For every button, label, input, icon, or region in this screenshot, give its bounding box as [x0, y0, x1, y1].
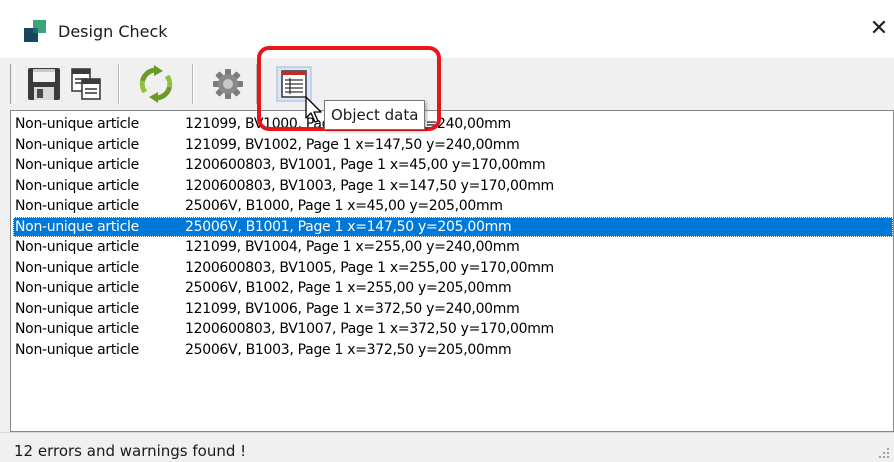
issue-type: Non-unique article — [15, 177, 139, 194]
issue-type: Non-unique article — [15, 136, 139, 153]
list-item[interactable]: Non-unique article 1200600803, BV1005, Pa… — [13, 258, 893, 278]
status-text: 12 errors and warnings found ! — [14, 442, 247, 460]
issue-detail: 121099, BV1006, Page 1 x=372,50 y=240,00… — [185, 300, 520, 317]
issue-detail: 121099, BV1002, Page 1 x=147,50 y=240,00… — [185, 136, 520, 153]
list-item[interactable]: Non-unique article 121099, BV1004, Page 1… — [13, 237, 893, 257]
list-item[interactable]: Non-unique article 1200600803, BV1003, Pa… — [13, 176, 893, 196]
status-bar: 12 errors and warnings found ! — [0, 432, 894, 462]
refresh-icon — [139, 65, 173, 103]
close-button[interactable]: ✕ — [864, 14, 894, 44]
issue-type: Non-unique article — [15, 239, 139, 255]
design-check-window: Design Check ✕ Non-unique article 121099… — [0, 0, 894, 462]
app-icon — [24, 20, 46, 42]
window-title: Design Check — [58, 22, 168, 41]
copy-icon — [71, 68, 101, 100]
issue-detail: 1200600803, BV1003, Page 1 x=147,50 y=17… — [185, 177, 554, 194]
issue-type: Non-unique article — [15, 321, 139, 337]
issue-type: Non-unique article — [15, 116, 139, 132]
toolbar-separator — [192, 64, 194, 104]
settings-button[interactable] — [206, 62, 250, 106]
list-item[interactable]: Non-unique article 121099, BV1006, Page 1… — [13, 299, 893, 319]
save-button[interactable] — [22, 62, 66, 106]
issue-detail: 121099, BV1004, Page 1 x=255,00 y=240,00… — [185, 239, 520, 255]
save-icon — [28, 68, 60, 100]
list-item[interactable]: Non-unique article 1200600803, BV1007, Pa… — [13, 319, 893, 339]
resize-grip-icon[interactable] — [878, 447, 890, 459]
settings-icon — [213, 69, 243, 99]
tooltip: Object data — [324, 100, 426, 130]
issue-detail: 25006V, B1002, Page 1 x=255,00 y=205,00m… — [185, 280, 512, 296]
refresh-button[interactable] — [134, 62, 178, 106]
toolbar-separator — [256, 64, 258, 104]
issue-type: Non-unique article — [15, 259, 139, 276]
title-bar[interactable]: Design Check ✕ — [0, 0, 894, 58]
issue-type: Non-unique article — [15, 341, 139, 358]
issue-type: Non-unique article — [15, 300, 139, 317]
list-item[interactable]: Non-unique article 25006V, B1001, Page 1 … — [13, 216, 893, 237]
list-item[interactable]: Non-unique article 25006V, B1003, Page 1 … — [13, 340, 893, 360]
toolbar-grip[interactable] — [10, 64, 15, 104]
list-item[interactable]: Non-unique article 121099, BV1002, Page 1… — [13, 135, 893, 155]
issue-type: Non-unique article — [15, 198, 139, 214]
list-item[interactable]: Non-unique article121099, BV1000, Page 1… — [13, 114, 893, 134]
issue-detail: 25006V, B1003, Page 1 x=372,50 y=205,00m… — [185, 341, 512, 358]
design-check-results-list[interactable]: Non-unique article121099, BV1000, Page 1… — [10, 110, 894, 432]
issue-type: Non-unique article — [15, 157, 139, 173]
issue-detail: 1200600803, BV1001, Page 1 x=45,00 y=170… — [185, 157, 546, 173]
issue-detail: 1200600803, BV1007, Page 1 x=372,50 y=17… — [185, 321, 554, 337]
list-item[interactable]: Non-unique article 25006V, B1002, Page 1 … — [13, 278, 893, 298]
mouse-pointer-icon — [305, 96, 322, 123]
toolbar-separator — [118, 64, 120, 104]
list-item[interactable]: Non-unique article 1200600803, BV1001, Pa… — [13, 155, 893, 175]
list-item[interactable]: Non-unique article 25006V, B1000, Page 1 … — [13, 196, 893, 216]
issue-detail: 25006V, B1000, Page 1 x=45,00 y=205,00mm — [185, 198, 503, 214]
issue-detail: 1200600803, BV1005, Page 1 x=255,00 y=17… — [185, 259, 554, 276]
issue-detail: 25006V, B1001, Page 1 x=147,50 y=205,00m… — [185, 218, 512, 235]
issue-type: Non-unique article — [15, 280, 139, 296]
copy-button[interactable] — [64, 62, 108, 106]
toolbar — [0, 58, 894, 110]
issue-type: Non-unique article — [15, 218, 139, 235]
